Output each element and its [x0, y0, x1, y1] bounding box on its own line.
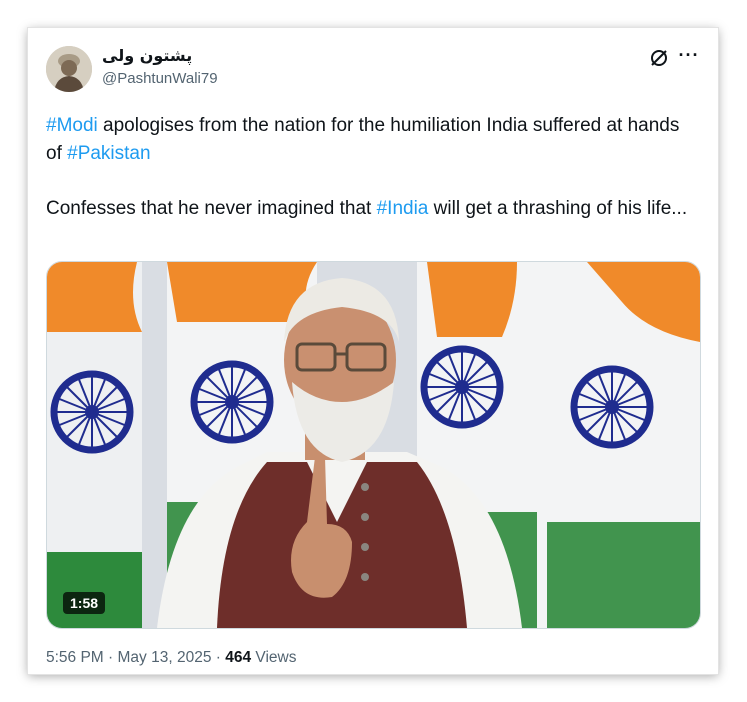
- tweet-card[interactable]: پشتون ولی @PashtunWali79 ··· #Modi apolo…: [28, 28, 718, 674]
- tweet-metadata: 5:56 PM · May 13, 2025 · 464 Views: [46, 649, 296, 667]
- separator: ·: [103, 649, 118, 666]
- grok-icon[interactable]: [648, 47, 670, 69]
- avatar[interactable]: [46, 46, 92, 92]
- tweet-text-segment: will get a thrashing of his life...: [428, 198, 688, 219]
- views-count: 464: [225, 649, 252, 666]
- hashtag-link[interactable]: #Modi: [46, 115, 98, 136]
- hashtag-link[interactable]: #India: [377, 198, 429, 219]
- video-player[interactable]: 1:58: [46, 261, 701, 629]
- tweet-text: #Modi apologises from the nation for the…: [46, 112, 696, 223]
- views-label: Views: [251, 649, 297, 666]
- more-options-icon[interactable]: ···: [676, 45, 702, 67]
- tweet-time[interactable]: 5:56 PM: [46, 649, 104, 666]
- video-duration-badge: 1:58: [63, 592, 106, 614]
- author-handle[interactable]: @PashtunWali79: [102, 70, 218, 87]
- author-display-name[interactable]: پشتون ولی: [102, 46, 192, 65]
- separator: ·: [211, 649, 226, 666]
- tweet-text-segment: Confesses that he never imagined that: [46, 198, 377, 219]
- video-thumbnail: [47, 262, 700, 628]
- hashtag-link[interactable]: #Pakistan: [67, 143, 150, 164]
- tweet-date[interactable]: May 13, 2025: [118, 649, 212, 666]
